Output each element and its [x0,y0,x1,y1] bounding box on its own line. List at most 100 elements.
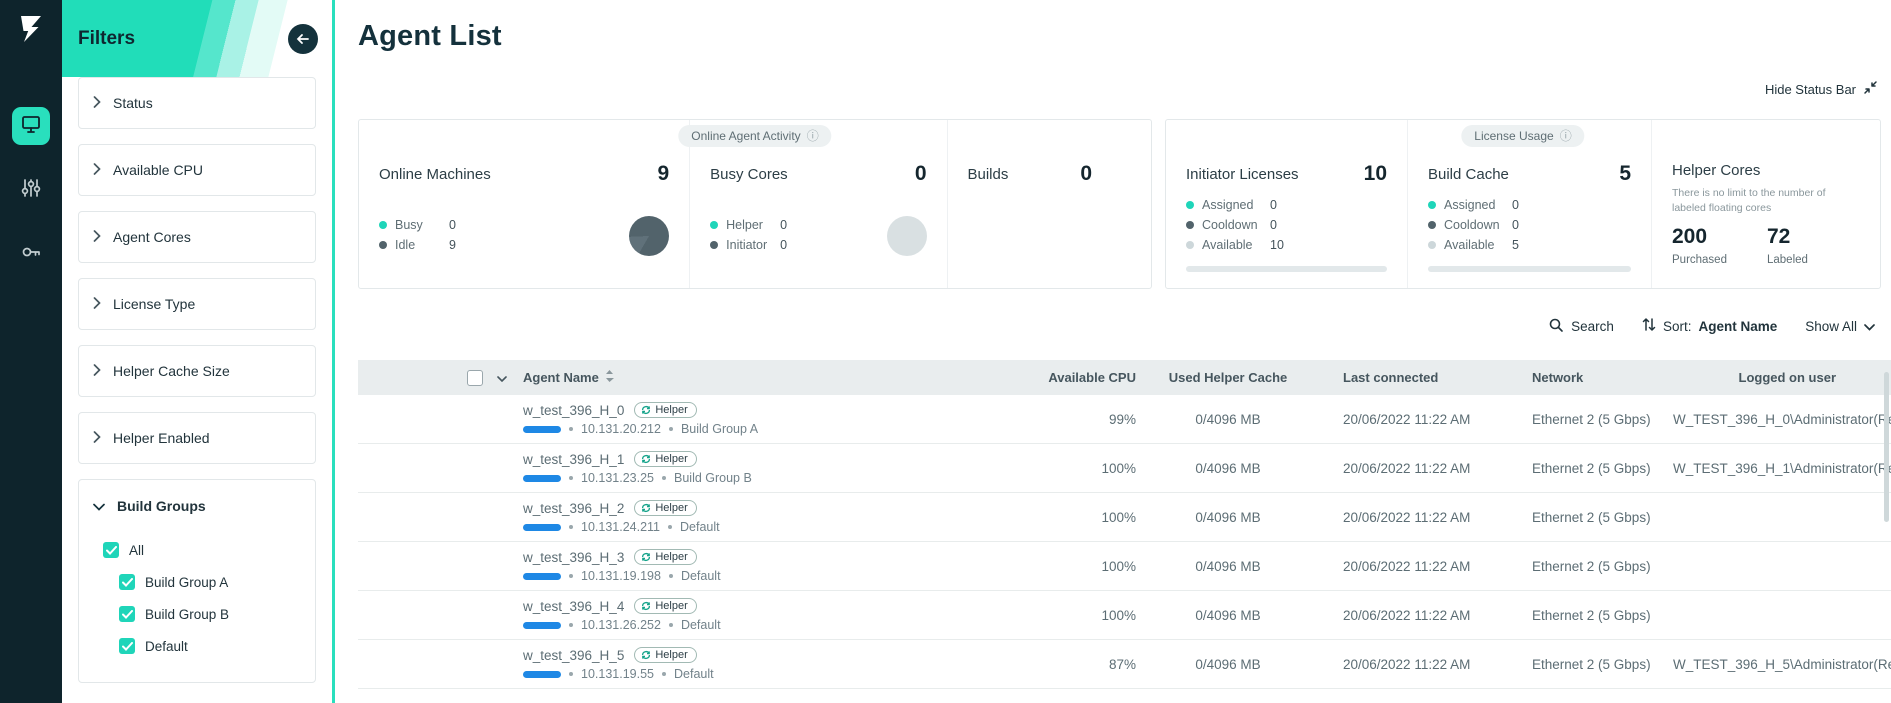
network-cell: Ethernet 2 (5 Gbps) [1528,412,1663,427]
arrow-left-icon [296,32,310,46]
initiator-licenses-section: Initiator Licenses 10 Assigned0 Cooldown… [1166,120,1408,288]
network-cell: Ethernet 2 (5 Gbps) [1528,657,1663,672]
nav-item-agents[interactable] [12,107,50,145]
checkbox-build-group-a[interactable]: Build Group A [119,572,315,592]
search-label: Search [1571,319,1614,334]
available-cpu-cell: 87% [1003,657,1143,672]
helper-badge: Helper [634,549,696,565]
cooldown-dot [1186,221,1194,229]
used-helper-cache-cell: 0/4096 MB [1143,657,1313,672]
checkbox-build-group-b[interactable]: Build Group B [119,604,315,624]
agent-ip: 10.131.23.25 [581,471,654,485]
used-helper-cache-cell: 0/4096 MB [1143,461,1313,476]
hide-status-bar-button[interactable]: Hide Status Bar [1765,80,1878,98]
main-nav [0,0,62,703]
column-agent-name[interactable]: Agent Name [523,370,599,385]
chevron-right-icon [93,95,101,111]
checkbox-all[interactable]: All [103,540,315,560]
helper-badge: Helper [634,402,696,418]
filters-panel: Filters Status Available CPU Agent Cores… [62,0,335,703]
filter-section-build-groups: Build Groups All Build Group A Build Gro… [78,479,316,683]
last-connected-cell: 20/06/2022 11:22 AM [1313,461,1528,476]
build-groups-header[interactable]: Build Groups [79,480,315,532]
sort-arrows-icon [1642,317,1656,335]
table-row[interactable]: w_test_396_H_0 Helper 10.131.20.212 Buil… [358,395,1891,444]
table-row[interactable]: w_test_396_H_2 Helper 10.131.24.211 Defa… [358,493,1891,542]
table-row[interactable]: w_test_396_H_1 Helper 10.131.23.25 Build… [358,444,1891,493]
table-row[interactable]: w_test_396_H_5 Helper 10.131.19.55 Defau… [358,640,1891,689]
agent-ip: 10.131.19.55 [581,667,654,681]
cpu-usage-bar [523,622,561,629]
agent-group: Default [681,618,721,632]
cpu-usage-bar [523,426,561,433]
logged-on-user-cell: W_TEST_396_H_5\Administrator(Re [1663,657,1891,672]
checkbox-label: Build Group B [145,607,229,622]
bullet-icon [569,427,573,431]
last-connected-cell: 20/06/2022 11:22 AM [1313,412,1528,427]
filter-section-agent-cores[interactable]: Agent Cores [78,211,316,263]
column-sort-icon[interactable] [605,369,614,386]
chevron-down-icon [1864,319,1875,334]
table-row[interactable]: w_test_396_H_3 Helper 10.131.19.198 Defa… [358,542,1891,591]
page-title: Agent List [358,20,1891,53]
labeled-label: Labeled [1767,254,1808,266]
available-cpu-cell: 100% [1003,608,1143,623]
show-all-dropdown[interactable]: Show All [1805,319,1875,334]
column-network[interactable]: Network [1528,370,1663,385]
initiator-dot [710,241,718,249]
main-content: Agent List Hide Status Bar Online Agent … [335,0,1891,703]
nav-item-settings[interactable] [12,171,50,209]
filter-section-status[interactable]: Status [78,77,316,129]
column-logged-on-user[interactable]: Logged on user [1663,370,1891,385]
info-icon[interactable]: ⓘ [807,130,819,142]
sliders-icon [21,178,41,203]
filters-title: Filters [78,28,135,50]
bullet-icon [669,427,673,431]
cpu-usage-bar [523,475,561,482]
select-all-checkbox[interactable] [467,370,483,386]
agent-name: w_test_396_H_1 [523,452,624,467]
filter-section-helper-enabled[interactable]: Helper Enabled [78,412,316,464]
column-last-connected[interactable]: Last connected [1313,370,1528,385]
column-used-helper-cache[interactable]: Used Helper Cache [1143,370,1313,385]
license-usage-card: License Usage ⓘ Initiator Licenses 10 As… [1165,119,1881,289]
idle-dot [379,241,387,249]
agent-name: w_test_396_H_5 [523,648,624,663]
filter-section-helper-cache-size[interactable]: Helper Cache Size [78,345,316,397]
key-icon [20,241,42,268]
checkbox-default[interactable]: Default [119,636,315,656]
collapse-filters-button[interactable] [288,24,318,54]
used-helper-cache-cell: 0/4096 MB [1143,412,1313,427]
vertical-scrollbar[interactable] [1884,372,1889,522]
chevron-right-icon [93,162,101,178]
filter-section-available-cpu[interactable]: Available CPU [78,144,316,196]
build-groups-list: All Build Group A Build Group B Default [79,532,315,682]
chevron-right-icon [93,296,101,312]
agent-ip: 10.131.20.212 [581,422,661,436]
busy-cores-value: 0 [915,162,927,186]
column-available-cpu[interactable]: Available CPU [1003,370,1143,385]
builds-label: Builds [968,166,1009,183]
table-toolbar: Search Sort: Agent Name Show All [358,315,1891,337]
network-cell: Ethernet 2 (5 Gbps) [1528,510,1663,525]
select-menu-chevron-icon[interactable] [497,370,507,385]
filter-section-license-type[interactable]: License Type [78,278,316,330]
available-dot [1186,241,1194,249]
brand-logo-icon[interactable] [18,9,44,49]
info-icon[interactable]: ⓘ [1560,130,1572,142]
chevron-down-icon [93,498,105,514]
assigned-dot [1428,201,1436,209]
helper-badge-icon [641,503,651,513]
purchased-label: Purchased [1672,254,1727,266]
helper-cores-label: Helper Cores [1672,162,1760,179]
table-row[interactable]: w_test_396_H_4 Helper 10.131.26.252 Defa… [358,591,1891,640]
purchased-value: 200 [1672,225,1727,249]
checkbox-label: All [129,543,144,558]
sort-control[interactable]: Sort: Agent Name [1642,317,1777,335]
build-groups-label: Build Groups [117,498,206,514]
nav-item-licenses[interactable] [12,235,50,273]
search-button[interactable]: Search [1548,317,1614,336]
agent-group: Build Group A [681,422,758,436]
bullet-icon [569,525,573,529]
agent-group: Default [674,667,714,681]
